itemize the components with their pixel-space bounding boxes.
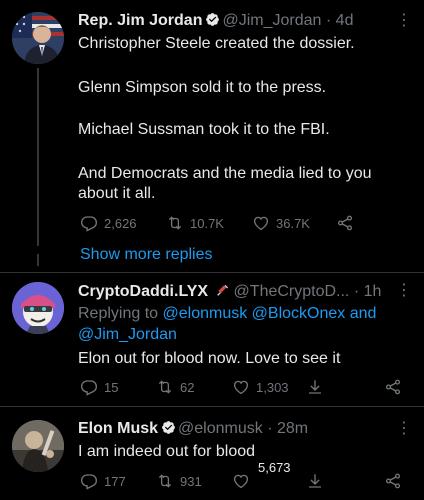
tweet-line-5: about it all. [78, 185, 156, 202]
retweet-count: 62 [180, 379, 195, 395]
reply-button[interactable]: 177 [80, 472, 126, 490]
avatar-cryptodaddi[interactable] [12, 282, 64, 334]
mention-blockonex[interactable]: @BlockOnex [252, 305, 346, 322]
share-button[interactable] [336, 214, 354, 232]
share-icon [385, 379, 401, 395]
reply-icon [80, 380, 98, 396]
reply-icon [80, 474, 98, 490]
tweet-text: I am indeed out for blood [78, 443, 256, 460]
tweet-text: Elon out for blood now. Love to see it [78, 350, 341, 367]
mention-jim-jordan[interactable]: @Jim_Jordan [78, 326, 177, 343]
share-button[interactable] [384, 472, 402, 490]
replying-to-line-2: @Jim_Jordan [78, 324, 177, 346]
more-icon[interactable]: ⋮ [396, 10, 412, 30]
replying-prefix: Replying to [78, 305, 163, 322]
download-icon [309, 380, 321, 394]
reply-count: 2,626 [104, 215, 137, 231]
reply-icon [80, 216, 98, 232]
divider [0, 406, 424, 407]
retweet-count: 931 [180, 473, 202, 489]
like-count: 36.7K [276, 215, 310, 231]
tweet-line-3: Michael Sussman took it to the FBI. [78, 121, 330, 138]
handle[interactable]: @Jim_Jordan [222, 12, 321, 29]
more-icon[interactable]: ⋮ [396, 418, 412, 438]
retweet-button[interactable]: 10.7K [166, 214, 224, 232]
timestamp[interactable]: · 1h [354, 283, 382, 300]
verified-icon [206, 13, 220, 26]
handle[interactable]: @TheCryptoD... [234, 283, 350, 300]
tweet-header: Rep. Jim Jordan @Jim_Jordan · 4d [78, 12, 353, 30]
share-button[interactable] [384, 378, 402, 396]
retweet-button[interactable]: 62 [156, 378, 194, 396]
reply-button[interactable]: 2,626 [80, 214, 137, 232]
timestamp[interactable]: · 28m [267, 420, 308, 437]
thread-connector-dots [37, 254, 39, 266]
timestamp[interactable]: · 4d [326, 12, 354, 29]
verified-icon [162, 421, 175, 434]
retweet-icon [158, 474, 172, 488]
retweet-icon [158, 380, 172, 394]
retweet-button[interactable]: 931 [156, 472, 202, 490]
reply-count: 177 [104, 473, 126, 489]
retweet-icon [168, 216, 182, 230]
mention-elonmusk[interactable]: @elonmusk [163, 305, 248, 322]
share-icon [337, 215, 353, 231]
thread-connector-line [37, 68, 39, 246]
tweet-line-1: Christopher Steele created the dossier. [78, 35, 355, 52]
more-icon[interactable]: ⋮ [396, 280, 412, 300]
display-name[interactable]: Elon Musk [78, 420, 158, 437]
like-icon [233, 380, 249, 395]
like-button[interactable]: 1,303 [232, 378, 289, 396]
tweet-header: Elon Musk @elonmusk · 28m [78, 420, 308, 438]
like-button[interactable] [232, 472, 250, 490]
tweet-header: CryptoDaddi.LYX @TheCryptoD... · 1h [78, 282, 381, 301]
like-count: 5,673 [258, 460, 291, 475]
like-icon [253, 216, 269, 231]
avatar-elon-musk[interactable] [12, 420, 64, 472]
like-count: 1,303 [256, 379, 289, 395]
divider [0, 272, 424, 273]
download-button[interactable] [306, 472, 324, 490]
syringe-emoji-icon [216, 284, 228, 296]
reply-button[interactable]: 15 [80, 378, 118, 396]
show-more-replies-link[interactable]: Show more replies [80, 246, 213, 264]
share-icon [385, 473, 401, 489]
replying-and: and [345, 305, 377, 322]
retweet-count: 10.7K [190, 215, 224, 231]
like-icon [233, 474, 249, 489]
display-name[interactable]: Rep. Jim Jordan [78, 12, 202, 29]
download-button[interactable] [306, 378, 324, 396]
download-icon [309, 474, 321, 488]
replying-to: Replying to @elonmusk @BlockOnex and [78, 303, 376, 325]
tweet-line-2: Glenn Simpson sold it to the press. [78, 79, 327, 96]
tweet-line-4: And Democrats and the media lied to you [78, 165, 372, 182]
reply-count: 15 [104, 379, 119, 395]
display-name[interactable]: CryptoDaddi.LYX [78, 283, 208, 300]
avatar-jim-jordan[interactable] [12, 12, 64, 64]
like-button[interactable]: 36.7K [252, 214, 310, 232]
handle[interactable]: @elonmusk [178, 420, 263, 437]
